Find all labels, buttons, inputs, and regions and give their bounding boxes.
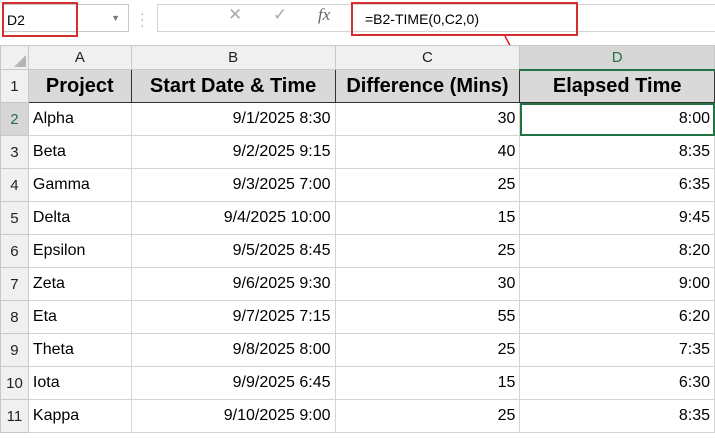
cell-difference[interactable]: 25 [334,399,521,433]
cell-start-date[interactable]: 9/10/2025 9:00 [130,399,336,433]
cell-project[interactable]: Alpha [27,102,132,136]
row-header[interactable]: 2 [0,102,29,136]
cell-difference[interactable]: 15 [334,366,521,400]
cell-project[interactable]: Delta [27,201,132,235]
row-header[interactable]: 11 [0,399,29,433]
cell-project[interactable]: Eta [27,300,132,334]
cell-elapsed-time[interactable]: 6:35 [519,168,715,202]
row-header[interactable]: 5 [0,201,29,235]
table-row: 5 Delta 9/4/2025 10:00 15 9:45 [0,201,715,235]
select-all-button[interactable] [0,45,29,70]
cell-elapsed-time[interactable]: 8:20 [519,234,715,268]
table-row: 2 Alpha 9/1/2025 8:30 30 8:00 [0,102,715,136]
cell-elapsed-time[interactable]: 6:20 [519,300,715,334]
cell-project[interactable]: Epsilon [27,234,132,268]
row-header[interactable]: 6 [0,234,29,268]
cell-start-date[interactable]: 9/5/2025 8:45 [130,234,336,268]
cell-elapsed-time[interactable]: 9:00 [519,267,715,301]
cell-difference[interactable]: 55 [334,300,521,334]
cell-elapsed-time[interactable]: 8:35 [519,135,715,169]
row-header[interactable]: 10 [0,366,29,400]
row-header[interactable]: 1 [0,69,29,103]
cell-elapsed-time[interactable]: 7:35 [519,333,715,367]
cell-elapsed-time[interactable]: 9:45 [519,201,715,235]
cell-elapsed-time[interactable]: 8:35 [519,399,715,433]
table-row: 10 Iota 9/9/2025 6:45 15 6:30 [0,366,715,400]
cell-start-date[interactable]: 9/6/2025 9:30 [130,267,336,301]
cell-project[interactable]: Gamma [27,168,132,202]
cell-start-date[interactable]: 9/2/2025 9:15 [130,135,336,169]
header-difference[interactable]: Difference (Mins) [334,69,521,103]
cell-elapsed-time[interactable]: 8:00 [519,102,715,136]
header-elapsed-time[interactable]: Elapsed Time [519,69,715,103]
row-header[interactable]: 9 [0,333,29,367]
cell-difference[interactable]: 25 [334,333,521,367]
cell-project[interactable]: Theta [27,333,132,367]
table-row: 7 Zeta 9/6/2025 9:30 30 9:00 [0,267,715,301]
cell-project[interactable]: Beta [27,135,132,169]
row-header[interactable]: 8 [0,300,29,334]
cell-project[interactable]: Kappa [27,399,132,433]
column-header-d[interactable]: D [519,45,715,71]
column-header-c[interactable]: C [334,45,521,70]
cell-difference[interactable]: 25 [334,168,521,202]
header-start-date[interactable]: Start Date & Time [130,69,336,103]
row-header[interactable]: 3 [0,135,29,169]
table-row: 9 Theta 9/8/2025 8:00 25 7:35 [0,333,715,367]
table-row: 6 Epsilon 9/5/2025 8:45 25 8:20 [0,234,715,268]
table-row: 8 Eta 9/7/2025 7:15 55 6:20 [0,300,715,334]
cell-project[interactable]: Iota [27,366,132,400]
cell-project[interactable]: Zeta [27,267,132,301]
row-header[interactable]: 7 [0,267,29,301]
row-header[interactable]: 4 [0,168,29,202]
cell-difference[interactable]: 25 [334,234,521,268]
cell-start-date[interactable]: 9/4/2025 10:00 [130,201,336,235]
header-project[interactable]: Project [27,69,132,103]
cell-difference[interactable]: 30 [334,267,521,301]
cell-start-date[interactable]: 9/9/2025 6:45 [130,366,336,400]
cell-start-date[interactable]: 9/3/2025 7:00 [130,168,336,202]
spreadsheet-grid: A B C D 1 Project Start Date & Time Diff… [0,45,715,433]
cell-difference[interactable]: 15 [334,201,521,235]
column-header-b[interactable]: B [130,45,336,70]
table-row: 11 Kappa 9/10/2025 9:00 25 8:35 [0,399,715,433]
cell-elapsed-time[interactable]: 6:30 [519,366,715,400]
table-row: 4 Gamma 9/3/2025 7:00 25 6:35 [0,168,715,202]
column-header-a[interactable]: A [27,45,132,70]
cell-difference[interactable]: 40 [334,135,521,169]
cell-start-date[interactable]: 9/8/2025 8:00 [130,333,336,367]
cell-start-date[interactable]: 9/1/2025 8:30 [130,102,336,136]
cell-difference[interactable]: 30 [334,102,521,136]
table-row: 3 Beta 9/2/2025 9:15 40 8:35 [0,135,715,169]
cell-start-date[interactable]: 9/7/2025 7:15 [130,300,336,334]
